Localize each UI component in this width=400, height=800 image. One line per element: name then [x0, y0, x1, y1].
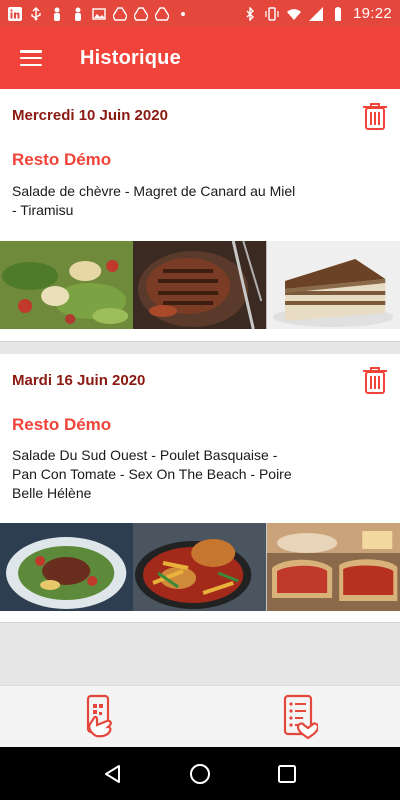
tiramisu-photo — [266, 241, 400, 329]
restaurant-name: Resto Démo — [12, 415, 112, 434]
drive-icon — [113, 6, 127, 21]
order-list-heart-icon — [283, 694, 318, 739]
battery-icon — [334, 6, 341, 21]
person-icon — [54, 7, 60, 21]
vibrate-icon — [265, 6, 279, 21]
duck-breast-photo — [133, 241, 267, 329]
drive-icon — [134, 6, 148, 21]
status-time: 19:22 — [352, 5, 392, 22]
order-card: Mardi 16 Juin 2020 Resto Démo Salade Du … — [0, 354, 400, 623]
pan-con-tomate-photo — [266, 523, 400, 611]
order-date: Mercredi 10 Juin 2020 — [12, 107, 168, 124]
recents-icon[interactable] — [267, 754, 307, 794]
system-nav-bar — [0, 747, 400, 800]
order-card: Mercredi 10 Juin 2020 Resto Démo Salade … — [0, 89, 400, 342]
order-history-button[interactable] — [200, 686, 400, 747]
status-bar: 19:22 — [0, 0, 400, 27]
page-title: Historique — [80, 46, 181, 69]
menu-items: Salade de chèvre - Magret de Canard au M… — [12, 183, 296, 218]
home-icon[interactable] — [180, 754, 220, 794]
signal-icon — [308, 6, 323, 21]
hamburger-menu-icon[interactable] — [0, 27, 62, 89]
bottom-bar — [0, 685, 400, 747]
usb-icon — [31, 6, 41, 20]
southwest-salad-photo — [0, 523, 134, 611]
trash-icon[interactable] — [362, 101, 388, 131]
photo-strip — [0, 523, 400, 611]
salad-photo — [0, 241, 134, 329]
scan-phone-icon — [86, 694, 112, 737]
scan-phone-button[interactable] — [0, 686, 200, 747]
back-icon[interactable] — [93, 754, 133, 794]
basque-chicken-photo — [133, 523, 267, 611]
bluetooth-icon — [246, 6, 254, 21]
order-date: Mardi 16 Juin 2020 — [12, 372, 146, 389]
dot-icon — [181, 11, 185, 16]
photo-strip — [0, 241, 400, 329]
image-icon — [92, 7, 106, 20]
trash-icon[interactable] — [362, 365, 388, 395]
menu-items: Salade Du Sud Ouest - Poulet Basquaise -… — [12, 447, 292, 501]
app-bar: Historique — [0, 27, 400, 89]
wifi-icon — [286, 8, 301, 20]
drive-icon — [155, 6, 169, 21]
restaurant-name: Resto Démo — [12, 150, 112, 169]
history-list[interactable]: Mercredi 10 Juin 2020 Resto Démo Salade … — [0, 89, 400, 685]
linkedin-icon — [8, 6, 22, 21]
person-icon — [75, 7, 81, 21]
